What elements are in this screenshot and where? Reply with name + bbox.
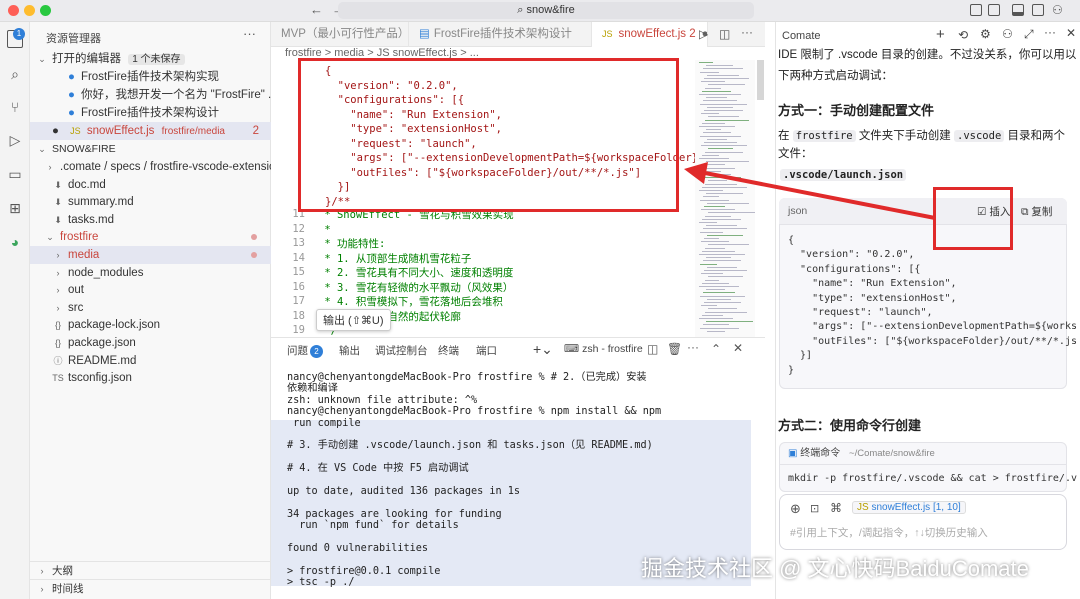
arrow-head: [684, 162, 708, 184]
watermark: 掘金技术社区 @ 文心快码BaiduComate: [641, 556, 1029, 581]
arrow-line: [699, 170, 936, 220]
annotation-arrow: [684, 162, 936, 220]
